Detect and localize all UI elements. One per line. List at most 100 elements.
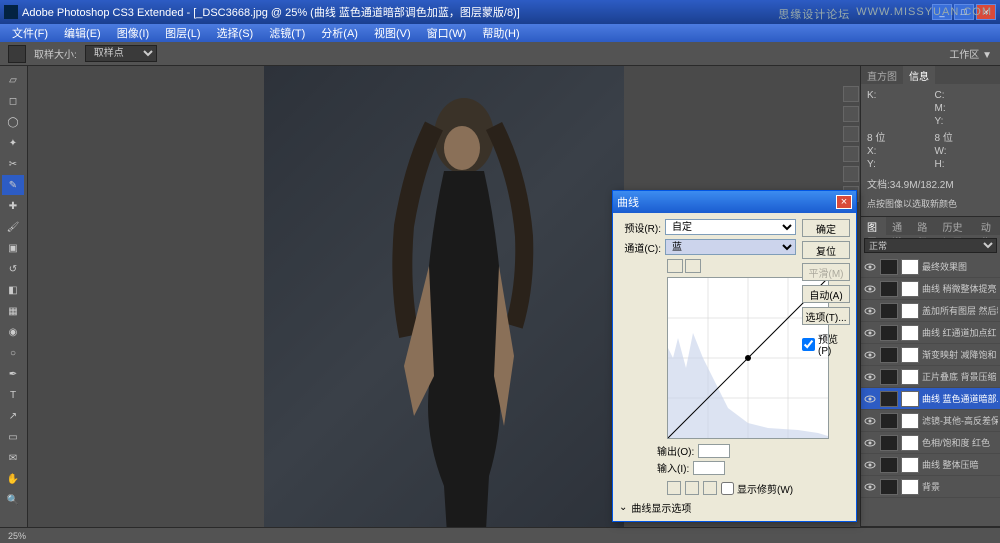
visibility-icon[interactable] [863, 370, 877, 384]
layer-thumb [880, 259, 898, 275]
zoom-tool[interactable]: 🔍 [2, 490, 24, 510]
visibility-icon[interactable] [863, 282, 877, 296]
white-point-icon[interactable] [703, 481, 717, 495]
menu-window[interactable]: 窗口(W) [419, 25, 475, 41]
channel-select[interactable]: 蓝 [665, 239, 796, 255]
eyedropper-tool-icon[interactable] [8, 45, 26, 63]
layer-row[interactable]: 滤镜-其他-高反差保留-参数... [861, 410, 1000, 432]
brush-tool[interactable]: 🖌 [2, 217, 24, 237]
visibility-icon[interactable] [863, 260, 877, 274]
move-tool[interactable]: ▱ [2, 70, 24, 90]
layer-mask [901, 435, 919, 451]
pen-tool[interactable]: ✒ [2, 364, 24, 384]
info-tab[interactable]: 信息 [903, 66, 935, 84]
marquee-tool[interactable]: ◻ [2, 91, 24, 111]
dialog-close-button[interactable]: × [836, 195, 852, 209]
layer-row[interactable]: 曲线 整体压暗 [861, 454, 1000, 476]
preview-checkbox[interactable] [802, 338, 815, 351]
channels-tab[interactable]: 通道 [886, 217, 911, 235]
actions-tab[interactable]: 动作 [975, 217, 1000, 235]
menu-edit[interactable]: 编辑(E) [56, 25, 109, 41]
layer-row[interactable]: 背景 [861, 476, 1000, 498]
zoom-level[interactable]: 25% [8, 531, 26, 541]
input-field[interactable] [693, 461, 725, 475]
visibility-icon[interactable] [863, 326, 877, 340]
menu-file[interactable]: 文件(F) [4, 25, 56, 41]
curve-mode-icon[interactable] [667, 259, 683, 273]
curve-display-options[interactable]: ⌄曲线显示选项 [619, 500, 796, 515]
paths-tab[interactable]: 路径 [911, 217, 936, 235]
history-tab[interactable]: 历史记录 [937, 217, 975, 235]
eyedropper-tool[interactable]: ✎ [2, 175, 24, 195]
history-brush-tool[interactable]: ↺ [2, 259, 24, 279]
menu-help[interactable]: 帮助(H) [474, 25, 527, 41]
layer-row[interactable]: 最终效果图 [861, 256, 1000, 278]
layer-thumb [880, 281, 898, 297]
path-tool[interactable]: ↗ [2, 406, 24, 426]
notes-tool[interactable]: ✉ [2, 448, 24, 468]
ok-button[interactable]: 确定 [802, 219, 850, 237]
cancel-button[interactable]: 复位 [802, 241, 850, 259]
gray-point-icon[interactable] [685, 481, 699, 495]
menu-filter[interactable]: 滤镜(T) [261, 25, 313, 41]
shape-tool[interactable]: ▭ [2, 427, 24, 447]
swatches-icon[interactable] [843, 126, 859, 142]
visibility-icon[interactable] [863, 348, 877, 362]
auto-button[interactable]: 自动(A) [802, 285, 850, 303]
histogram-tab[interactable]: 直方图 [861, 66, 903, 84]
menu-layer[interactable]: 图层(L) [157, 25, 208, 41]
visibility-icon[interactable] [863, 392, 877, 406]
layer-row[interactable]: 曲线 蓝色通道暗部... [861, 388, 1000, 410]
layer-row[interactable]: 正片叠底 背景压缩 [861, 366, 1000, 388]
heal-tool[interactable]: ✚ [2, 196, 24, 216]
color-icon[interactable] [843, 106, 859, 122]
layer-row[interactable]: 渐变映射 减降饱和 [861, 344, 1000, 366]
layers-tab[interactable]: 图层 [861, 217, 886, 235]
options-button[interactable]: 选项(T)... [802, 307, 850, 325]
stamp-tool[interactable]: ▣ [2, 238, 24, 258]
eraser-tool[interactable]: ◧ [2, 280, 24, 300]
menu-view[interactable]: 视图(V) [366, 25, 419, 41]
styles-icon[interactable] [843, 146, 859, 162]
preset-select[interactable]: 自定 [665, 219, 796, 235]
output-label: 输出(O): [657, 443, 694, 458]
visibility-icon[interactable] [863, 436, 877, 450]
crop-tool[interactable]: ✂ [2, 154, 24, 174]
type-tool[interactable]: T [2, 385, 24, 405]
visibility-icon[interactable] [863, 414, 877, 428]
black-point-icon[interactable] [667, 481, 681, 495]
output-field[interactable] [698, 444, 730, 458]
show-clip-checkbox[interactable] [721, 482, 734, 495]
blur-tool[interactable]: ◉ [2, 322, 24, 342]
hand-tool[interactable]: ✋ [2, 469, 24, 489]
layer-name: 最终效果图 [922, 260, 998, 273]
lasso-tool[interactable]: ◯ [2, 112, 24, 132]
dialog-title: 曲线 [617, 194, 836, 210]
info-bit-2: 8 位 [935, 129, 953, 144]
sample-size-select[interactable]: 取样点 [85, 45, 157, 62]
menu-image[interactable]: 图像(I) [109, 25, 157, 41]
dodge-tool[interactable]: ○ [2, 343, 24, 363]
navigator-icon[interactable] [843, 86, 859, 102]
brushes-icon[interactable] [843, 166, 859, 182]
layer-name: 色相/饱和度 红色 [922, 436, 998, 449]
gradient-tool[interactable]: ▦ [2, 301, 24, 321]
wand-tool[interactable]: ✦ [2, 133, 24, 153]
smooth-button[interactable]: 平滑(M) [802, 263, 850, 281]
layer-row[interactable]: 曲线 稍微整体提亮 [861, 278, 1000, 300]
layer-row[interactable]: 盖加所有图层 然后精修质感 [861, 300, 1000, 322]
menu-analysis[interactable]: 分析(A) [313, 25, 366, 41]
layer-name: 曲线 稍微整体提亮 [922, 282, 998, 295]
layer-row[interactable]: 色相/饱和度 红色 [861, 432, 1000, 454]
layer-thumb [880, 369, 898, 385]
visibility-icon[interactable] [863, 304, 877, 318]
menu-select[interactable]: 选择(S) [209, 25, 262, 41]
layer-row[interactable]: 曲线 红通道加点红 [861, 322, 1000, 344]
pencil-mode-icon[interactable] [685, 259, 701, 273]
visibility-icon[interactable] [863, 458, 877, 472]
document-canvas[interactable] [264, 66, 624, 527]
info-y2-label: Y: [867, 159, 876, 170]
workspace-switcher[interactable]: 工作区 ▼ [949, 46, 992, 61]
blend-mode-select[interactable]: 正常 [864, 238, 997, 253]
visibility-icon[interactable] [863, 480, 877, 494]
